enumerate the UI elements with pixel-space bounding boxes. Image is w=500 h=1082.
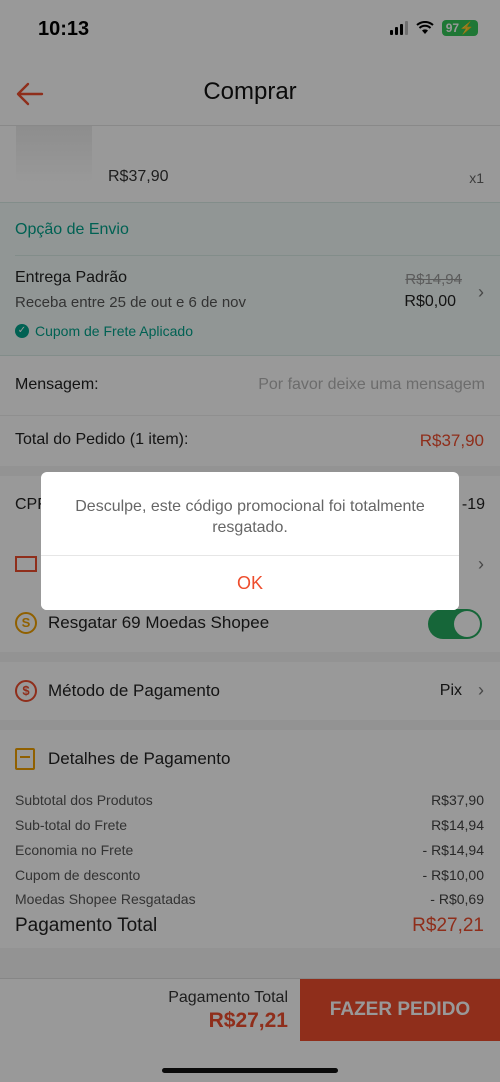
promo-code-dialog: Desculpe, este código promocional foi to… — [41, 472, 459, 610]
dialog-message: Desculpe, este código promocional foi to… — [75, 498, 425, 536]
ok-button[interactable]: OK — [41, 556, 459, 610]
